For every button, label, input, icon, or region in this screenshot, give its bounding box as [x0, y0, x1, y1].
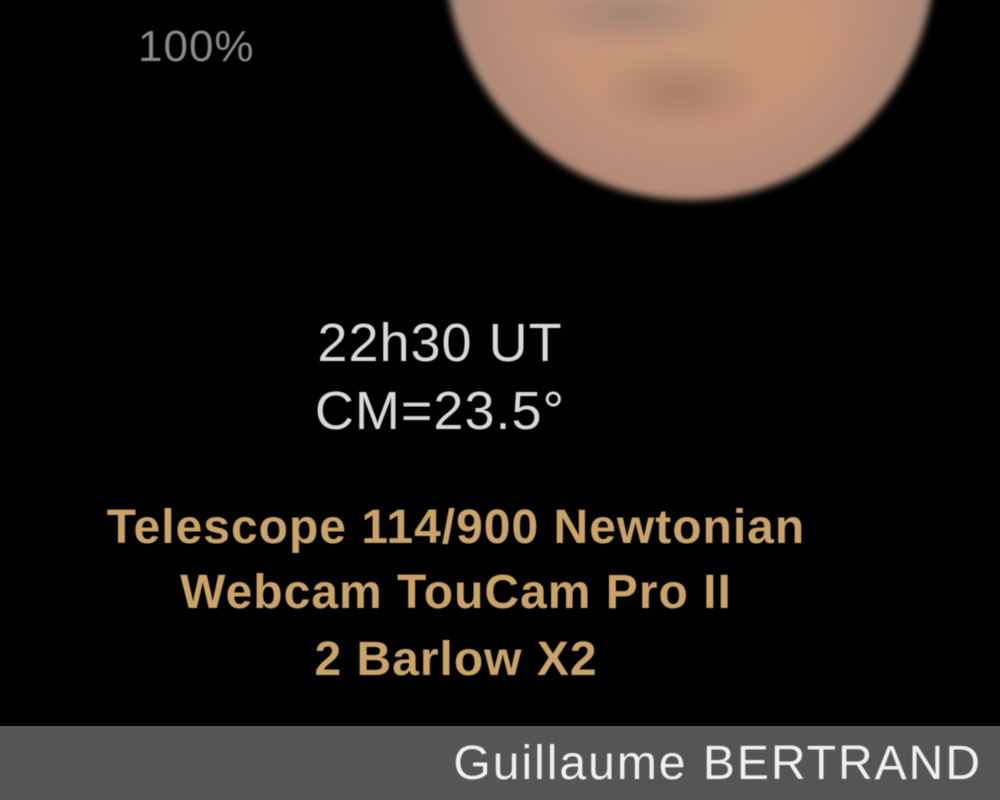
central-meridian: CM=23.5°	[314, 381, 566, 441]
planet-image	[445, 0, 935, 200]
equipment-webcam: Webcam TouCam Pro II	[180, 566, 732, 619]
equipment-telescope: Telescope 114/900 Newtonian	[106, 501, 806, 554]
author-credit: Guillaume BERTRAND	[453, 737, 982, 790]
observation-time: 22h30 UT	[317, 313, 563, 373]
astro-photo: 100% 22h30 UT CM=23.5° Telescope 114/900…	[0, 0, 1000, 726]
equipment-barlow: 2 Barlow X2	[314, 633, 598, 686]
credit-bar: Guillaume BERTRAND	[0, 726, 1000, 800]
zoom-label: 100%	[138, 22, 255, 71]
